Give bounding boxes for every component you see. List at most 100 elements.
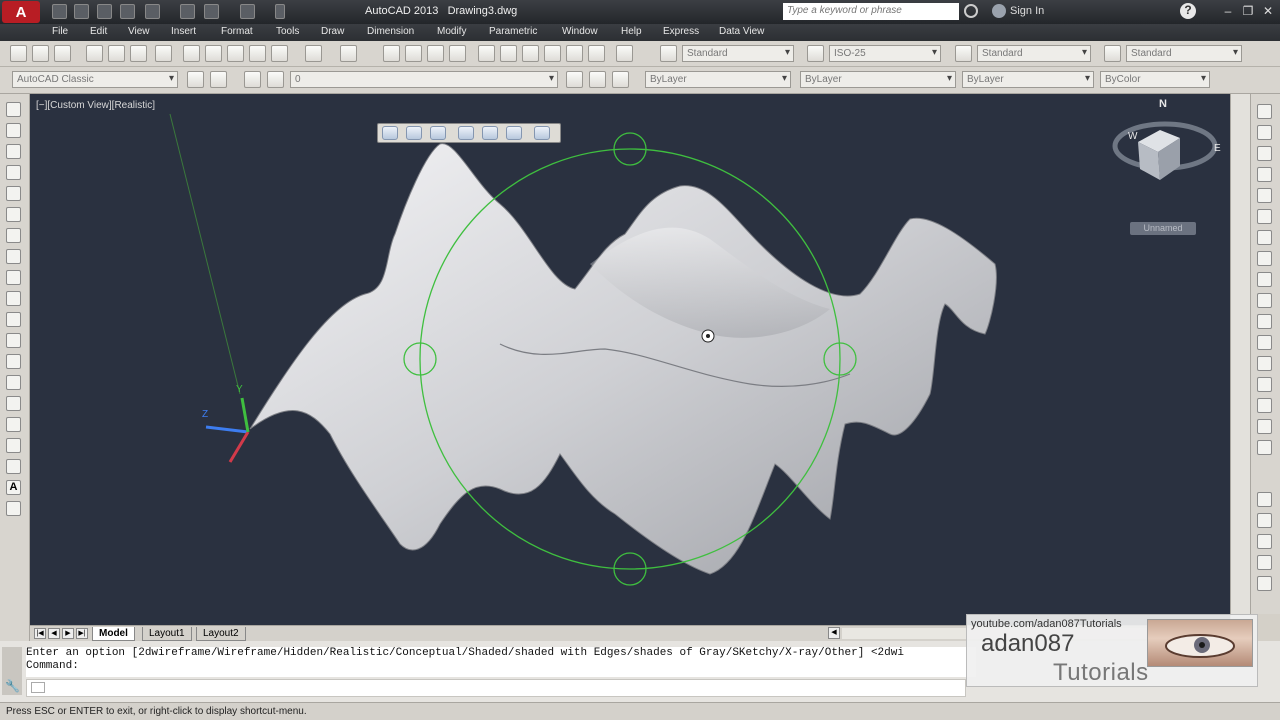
line-icon[interactable]: [6, 102, 21, 117]
workspace-settings-icon[interactable]: [187, 71, 204, 88]
viewport-label[interactable]: [−][Custom View][Realistic]: [36, 100, 155, 111]
gradient-icon[interactable]: [6, 417, 21, 432]
polygon-icon[interactable]: [6, 165, 21, 180]
point-icon[interactable]: [6, 375, 21, 390]
blend-icon[interactable]: [1257, 419, 1272, 434]
saveas-icon[interactable]: [120, 4, 135, 19]
mirror-icon[interactable]: [1257, 146, 1272, 161]
rotate-icon[interactable]: [1257, 230, 1272, 245]
tab-model[interactable]: Model: [92, 627, 135, 641]
trim-icon[interactable]: [1257, 293, 1272, 308]
copy-icon[interactable]: [205, 45, 222, 62]
insert-block-icon[interactable]: [6, 333, 21, 348]
menu-parametric[interactable]: Parametric: [489, 26, 537, 37]
add-selected-icon[interactable]: [6, 501, 21, 516]
preview-icon[interactable]: [108, 45, 125, 62]
publish-icon[interactable]: [130, 45, 147, 62]
fillet-icon[interactable]: [1257, 398, 1272, 413]
scroll-left-icon[interactable]: ◀: [828, 627, 840, 639]
customize-chevron-icon[interactable]: [275, 4, 285, 19]
help-toolbar-icon[interactable]: [616, 45, 633, 62]
new-icon[interactable]: [52, 4, 67, 19]
draw-order-front-icon[interactable]: [1257, 492, 1272, 507]
3d-pan-icon[interactable]: [382, 126, 398, 140]
workspace-gear-icon[interactable]: [210, 71, 227, 88]
mleader-style-select[interactable]: Standard: [1126, 45, 1242, 62]
match-properties-icon[interactable]: [249, 45, 266, 62]
draw-order-back-icon[interactable]: [1257, 513, 1272, 528]
next-tab-icon[interactable]: ▶: [62, 628, 74, 639]
save-file-icon[interactable]: [54, 45, 71, 62]
paste-icon[interactable]: [227, 45, 244, 62]
sheet-set-icon[interactable]: [544, 45, 561, 62]
print-icon[interactable]: [86, 45, 103, 62]
3d-zoom-icon[interactable]: [406, 126, 422, 140]
menu-help[interactable]: Help: [621, 26, 642, 37]
explode-icon[interactable]: [1257, 440, 1272, 455]
color-select[interactable]: ByLayer: [645, 71, 791, 88]
extend-icon[interactable]: [1257, 314, 1272, 329]
wrench-icon[interactable]: 🔧: [5, 679, 20, 693]
continuous-orbit-icon[interactable]: [482, 126, 498, 140]
prev-tab-icon[interactable]: ◀: [48, 628, 60, 639]
layer-select[interactable]: 0: [290, 71, 558, 88]
polyline-icon[interactable]: [6, 144, 21, 159]
swivel-icon[interactable]: [534, 126, 550, 140]
plot-style-select[interactable]: ByColor: [1100, 71, 1210, 88]
erase-icon[interactable]: [1257, 104, 1272, 119]
3d-print-icon[interactable]: [155, 45, 172, 62]
bring-above-icon[interactable]: [1257, 534, 1272, 549]
cut-icon[interactable]: [183, 45, 200, 62]
menu-view[interactable]: View: [128, 26, 150, 37]
zoom-window-icon[interactable]: [427, 45, 444, 62]
menu-express[interactable]: Express: [663, 26, 699, 37]
scale-icon[interactable]: [1257, 251, 1272, 266]
qnew-icon[interactable]: [10, 45, 27, 62]
layer-properties-icon[interactable]: [244, 71, 261, 88]
adjust-distance-icon[interactable]: [506, 126, 522, 140]
send-under-icon[interactable]: [1257, 555, 1272, 570]
sign-in-button[interactable]: Sign In: [1010, 5, 1044, 17]
plot-icon[interactable]: [180, 4, 195, 19]
search-input[interactable]: Type a keyword or phrase: [783, 3, 959, 20]
web-icon[interactable]: [145, 4, 160, 19]
make-block-icon[interactable]: [6, 354, 21, 369]
wave-surface[interactable]: [249, 143, 997, 575]
text-style-icon[interactable]: [660, 45, 677, 62]
open-file-icon[interactable]: [32, 45, 49, 62]
menu-dimension[interactable]: Dimension: [367, 26, 414, 37]
hatch-icon[interactable]: [6, 396, 21, 411]
dim-style-select[interactable]: ISO-25: [829, 45, 941, 62]
tab-layout2[interactable]: Layout2: [196, 627, 246, 641]
array-icon[interactable]: [1257, 188, 1272, 203]
application-menu-button[interactable]: A: [2, 1, 40, 23]
search-icon[interactable]: [964, 4, 978, 18]
ucs-menu-button[interactable]: Unnamed: [1130, 222, 1196, 235]
first-tab-icon[interactable]: |◀: [34, 628, 46, 639]
pan-icon[interactable]: [383, 45, 400, 62]
markup-icon[interactable]: [566, 45, 583, 62]
move-icon[interactable]: [1257, 209, 1272, 224]
copy-object-icon[interactable]: [1257, 125, 1272, 140]
menu-insert[interactable]: Insert: [171, 26, 196, 37]
minimize-icon[interactable]: –: [1220, 4, 1236, 19]
free-orbit-icon[interactable]: [458, 126, 474, 140]
save-icon[interactable]: [97, 4, 112, 19]
tab-layout1[interactable]: Layout1: [142, 627, 192, 641]
break-icon[interactable]: [1257, 335, 1272, 350]
redo-icon[interactable]: [240, 4, 255, 19]
menu-data-view[interactable]: Data View: [719, 26, 764, 37]
3d-orbit-icon[interactable]: [430, 126, 446, 140]
ellipse-icon[interactable]: [6, 291, 21, 306]
construction-line-icon[interactable]: [6, 123, 21, 138]
menu-edit[interactable]: Edit: [90, 26, 107, 37]
offset-icon[interactable]: [1257, 167, 1272, 182]
menu-tools[interactable]: Tools: [276, 26, 299, 37]
tool-palettes-icon[interactable]: [522, 45, 539, 62]
vertical-scrollbar[interactable]: [1230, 94, 1250, 625]
zoom-realtime-icon[interactable]: [405, 45, 422, 62]
menu-modify[interactable]: Modify: [437, 26, 466, 37]
drawing-viewport[interactable]: [−][Custom View][Realistic] N E W Unname…: [30, 94, 1230, 625]
open-icon[interactable]: [74, 4, 89, 19]
command-input[interactable]: [26, 679, 966, 697]
